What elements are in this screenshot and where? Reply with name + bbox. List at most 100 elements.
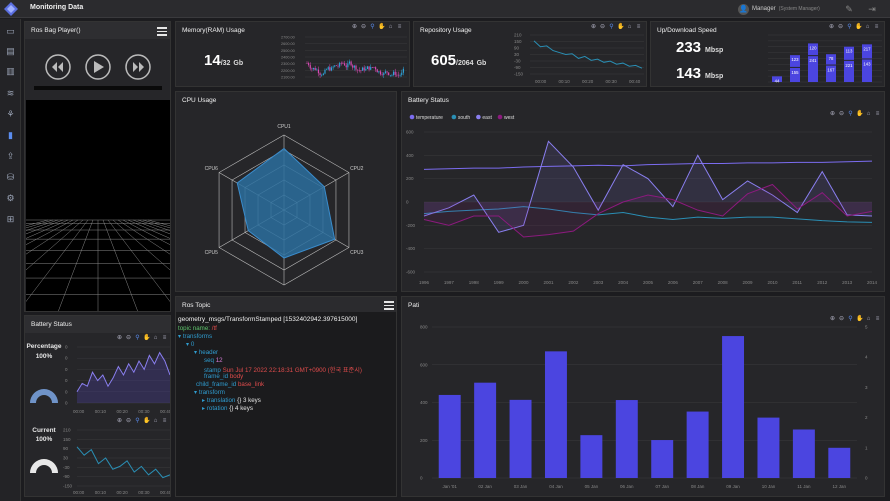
memory-value: 14/32 Gb — [204, 52, 244, 69]
book-icon[interactable]: ▥ — [4, 65, 17, 78]
candle-body — [306, 63, 308, 64]
play-button[interactable] — [85, 54, 111, 80]
search-icon[interactable]: ⚲ — [846, 24, 853, 31]
logout-icon[interactable]: ⇥ — [866, 3, 878, 15]
current-label: Current — [32, 427, 56, 434]
zoom-in-icon[interactable]: ⊕ — [590, 24, 597, 31]
menu-icon[interactable]: ≡ — [161, 335, 168, 342]
home-icon[interactable]: ⌂ — [865, 111, 872, 118]
battery-legend: temperature south east west — [409, 114, 515, 121]
zoom-out-icon[interactable]: ⊖ — [125, 418, 132, 425]
translation-node[interactable]: ▸ translation {} 3 keys — [202, 397, 261, 404]
home-icon[interactable]: ⌂ — [387, 24, 394, 31]
menu-icon[interactable] — [384, 301, 394, 310]
app-title: Monitoring Data — [30, 4, 84, 11]
repository-usage-panel: Repository Usage 605/2064 Gb ⊕ ⊖ ⚲ ✋ ⌂ ≡ 210 15… — [413, 21, 647, 87]
layers-icon[interactable]: ≋ — [4, 87, 17, 100]
pan-icon[interactable]: ✋ — [617, 24, 624, 31]
home-icon[interactable]: ⌂ — [152, 335, 159, 342]
upload-icon[interactable]: ⇪ — [4, 150, 17, 163]
pan-icon[interactable]: ✋ — [855, 24, 862, 31]
pan-icon[interactable]: ✋ — [143, 335, 150, 342]
battery-line-chart: 6004002000-200-400-6001996 1997 1998 1999 20… — [406, 130, 878, 286]
candle-body — [348, 61, 351, 64]
cpu-radar-area — [236, 147, 336, 259]
fast-forward-button[interactable] — [125, 54, 151, 80]
candle-body — [360, 70, 362, 72]
pati-bar-chart: 800 600 400 200 0 5 4 3 2 1 0 Jan '01 02 Jan 03 Jan 04… — [420, 325, 868, 490]
monitor-icon[interactable]: ▭ — [4, 25, 17, 38]
transform-node[interactable]: ▾ transform — [194, 389, 225, 396]
home-icon[interactable]: ⌂ — [152, 418, 159, 425]
zoom-out-icon[interactable]: ⊖ — [838, 111, 845, 118]
header-node[interactable]: ▾ header — [194, 349, 218, 356]
menu-icon[interactable] — [157, 27, 167, 36]
bar-chart-icon[interactable]: ▮ — [4, 129, 17, 142]
speed-bar-label: 221 — [845, 63, 853, 68]
search-icon[interactable]: ⚲ — [608, 24, 615, 31]
y-tick-label: 0 — [65, 367, 68, 372]
transforms-node[interactable]: ▾ transforms — [178, 333, 212, 340]
zoom-out-icon[interactable]: ⊖ — [125, 335, 132, 342]
y-tick-label: 0 — [406, 200, 409, 205]
search-icon[interactable]: ⚲ — [134, 335, 141, 342]
network-icon[interactable]: ⚘ — [4, 108, 17, 121]
playback-progress-bar[interactable] — [34, 86, 162, 90]
rotation-node[interactable]: ▸ rotation {} 4 keys — [202, 405, 253, 412]
chart-doc-icon[interactable]: ▤ — [4, 45, 17, 58]
zoom-in-icon[interactable]: ⊕ — [116, 335, 123, 342]
menu-icon[interactable]: ≡ — [874, 111, 881, 118]
zoom-in-icon[interactable]: ⊕ — [116, 418, 123, 425]
zoom-in-icon[interactable]: ⊕ — [351, 24, 358, 31]
x-tick-label: 00:10 — [559, 79, 571, 84]
speed-panel: Up/Download Speed 233 Mbsp 143 Mbsp ⊕ ⊖ ⚲ ✋ ⌂ ≡… — [650, 21, 885, 87]
candle-body — [371, 67, 373, 68]
battery-status-small-panel: Battery Status Percentage 100% Current 1… — [24, 315, 171, 497]
pan-icon[interactable]: ✋ — [143, 418, 150, 425]
x-tick-label: 2001 — [543, 280, 554, 285]
search-icon[interactable]: ⚲ — [369, 24, 376, 31]
pati-panel: Pati ⊕ ⊖ ⚲ ✋ ⌂ ≡ 800 600 400 200 0 5 4 3 2 1 0 Jan '01 02… — [401, 296, 885, 497]
x-tick-label: 10 Jan — [762, 484, 776, 489]
pati-bar — [722, 336, 745, 478]
candle-body — [322, 73, 324, 75]
legend-marker — [497, 114, 503, 120]
candle-body — [389, 75, 391, 76]
topic-name-row: topic name: /tf — [178, 325, 217, 332]
3d-viewport[interactable] — [26, 100, 171, 312]
x-tick-label: 00:00 — [535, 79, 547, 84]
zoom-out-icon[interactable]: ⊖ — [837, 24, 844, 31]
menu-icon[interactable]: ≡ — [873, 24, 880, 31]
y-tick-label: 2600.00 — [281, 42, 295, 46]
pan-icon[interactable]: ✋ — [856, 111, 863, 118]
user-menu[interactable]: 👤 Manager (System Manager) — [738, 2, 820, 16]
settings-icon[interactable]: ⚙ — [4, 192, 17, 205]
candle-body — [392, 71, 395, 75]
speed-bar-label: 113 — [846, 49, 853, 54]
y-tick-label: 200 — [406, 176, 414, 181]
zoom-out-icon[interactable]: ⊖ — [599, 24, 606, 31]
grid-icon[interactable]: ⊞ — [4, 213, 17, 226]
x-tick-label: 2004 — [618, 280, 629, 285]
drive-icon[interactable]: ⛁ — [4, 171, 17, 184]
zoom-in-icon[interactable]: ⊕ — [828, 24, 835, 31]
menu-icon[interactable]: ≡ — [635, 24, 642, 31]
y-tick-label: 400 — [420, 400, 428, 405]
legend-label: west — [504, 115, 515, 121]
menu-icon[interactable]: ≡ — [161, 418, 168, 425]
y-tick-label: 90 — [514, 46, 520, 51]
pan-icon[interactable]: ✋ — [378, 24, 385, 31]
rewind-button[interactable] — [45, 54, 71, 80]
home-icon[interactable]: ⌂ — [864, 24, 871, 31]
index-node[interactable]: ▾ 0 — [186, 341, 194, 348]
candle-body — [326, 69, 328, 70]
search-icon[interactable]: ⚲ — [134, 418, 141, 425]
zoom-out-icon[interactable]: ⊖ — [360, 24, 367, 31]
home-icon[interactable]: ⌂ — [626, 24, 633, 31]
frame-id-row: frame_id body — [204, 373, 244, 380]
search-icon[interactable]: ⚲ — [847, 111, 854, 118]
zoom-in-icon[interactable]: ⊕ — [829, 111, 836, 118]
y-tick-label: -400 — [406, 246, 416, 251]
menu-icon[interactable]: ≡ — [396, 24, 403, 31]
edit-icon[interactable]: ✎ — [843, 3, 855, 15]
